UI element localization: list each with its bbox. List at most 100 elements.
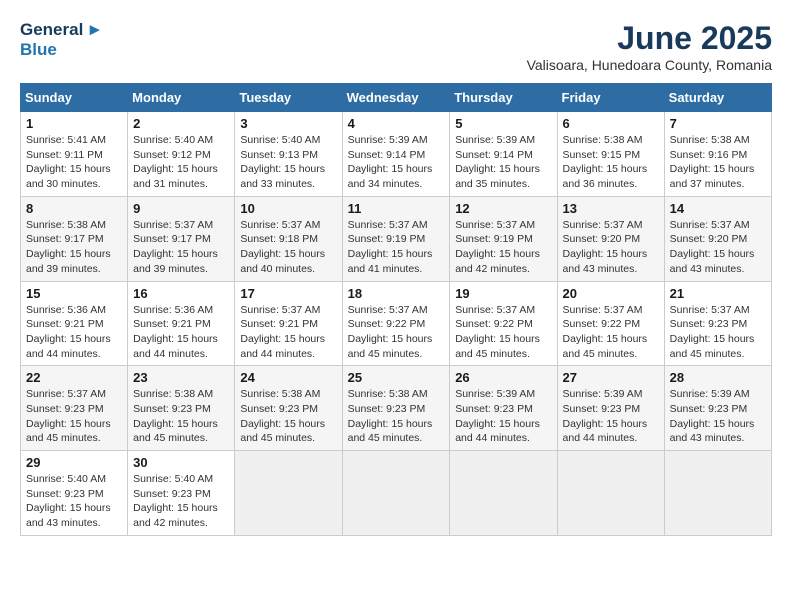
calendar-cell: 27Sunrise: 5:39 AM Sunset: 9:23 PM Dayli… [557, 366, 664, 451]
calendar-cell: 26 Sunrise: 5:39 AM Sunset: 9:23 PM Dayli… [450, 366, 557, 451]
column-header-friday: Friday [557, 84, 664, 112]
day-info-text: Sunrise: 5:39 AM Sunset: 9:14 PM Dayligh… [455, 133, 551, 192]
calendar-cell: 3 Sunrise: 5:40 AM Sunset: 9:13 PM Daylig… [235, 112, 342, 197]
calendar-cell: 22 Sunrise: 5:37 AM Sunset: 9:23 PM Dayli… [21, 366, 128, 451]
calendar-cell: 15 Sunrise: 5:36 AM Sunset: 9:21 PM Dayli… [21, 281, 128, 366]
calendar-week-row: 29Sunrise: 5:40 AM Sunset: 9:23 PM Dayli… [21, 451, 772, 536]
day-info-text: Sunrise: 5:40 AM Sunset: 9:12 PM Dayligh… [133, 133, 229, 192]
day-number: 2 [133, 116, 229, 131]
calendar-cell [235, 451, 342, 536]
day-number: 18 [348, 286, 445, 301]
day-number: 14 [670, 201, 766, 216]
day-number: 12 [455, 201, 551, 216]
day-number: 11 [348, 201, 445, 216]
day-info-text: Sunrise: 5:37 AM Sunset: 9:22 PM Dayligh… [455, 303, 551, 362]
day-info-text: Sunrise: 5:37 AM Sunset: 9:22 PM Dayligh… [348, 303, 445, 362]
day-number: 21 [670, 286, 766, 301]
calendar-week-row: 1 Sunrise: 5:41 AM Sunset: 9:11 PM Daylig… [21, 112, 772, 197]
day-number: 26 [455, 370, 551, 385]
calendar-cell: 2 Sunrise: 5:40 AM Sunset: 9:12 PM Daylig… [128, 112, 235, 197]
column-header-monday: Monday [128, 84, 235, 112]
day-number: 22 [26, 370, 122, 385]
header: General►Blue June 2025 Valisoara, Hunedo… [20, 20, 772, 73]
day-number: 19 [455, 286, 551, 301]
day-number: 5 [455, 116, 551, 131]
day-info-text: Sunrise: 5:38 AM Sunset: 9:17 PM Dayligh… [26, 218, 122, 277]
calendar-cell: 21 Sunrise: 5:37 AM Sunset: 9:23 PM Dayli… [664, 281, 771, 366]
calendar-cell: 23 Sunrise: 5:38 AM Sunset: 9:23 PM Dayli… [128, 366, 235, 451]
calendar-cell: 18 Sunrise: 5:37 AM Sunset: 9:22 PM Dayli… [342, 281, 450, 366]
calendar-cell: 20 Sunrise: 5:37 AM Sunset: 9:22 PM Dayli… [557, 281, 664, 366]
day-number: 4 [348, 116, 445, 131]
calendar-cell [342, 451, 450, 536]
calendar-cell: 30Sunrise: 5:40 AM Sunset: 9:23 PM Dayli… [128, 451, 235, 536]
calendar-cell: 9 Sunrise: 5:37 AM Sunset: 9:17 PM Daylig… [128, 196, 235, 281]
day-info-text: Sunrise: 5:37 AM Sunset: 9:19 PM Dayligh… [348, 218, 445, 277]
calendar-week-row: 15 Sunrise: 5:36 AM Sunset: 9:21 PM Dayli… [21, 281, 772, 366]
month-title: June 2025 [527, 20, 772, 57]
day-info-text: Sunrise: 5:39 AM Sunset: 9:23 PM Dayligh… [670, 387, 766, 446]
calendar-cell: 13 Sunrise: 5:37 AM Sunset: 9:20 PM Dayli… [557, 196, 664, 281]
day-info-text: Sunrise: 5:37 AM Sunset: 9:20 PM Dayligh… [563, 218, 659, 277]
calendar-cell: 11 Sunrise: 5:37 AM Sunset: 9:19 PM Dayli… [342, 196, 450, 281]
column-header-sunday: Sunday [21, 84, 128, 112]
logo-blue-text: Blue [20, 40, 57, 59]
day-info-text: Sunrise: 5:40 AM Sunset: 9:23 PM Dayligh… [26, 472, 122, 531]
day-number: 1 [26, 116, 122, 131]
logo-arrow: ► [86, 20, 103, 39]
calendar-cell [557, 451, 664, 536]
day-number: 28 [670, 370, 766, 385]
location-subtitle: Valisoara, Hunedoara County, Romania [527, 57, 772, 73]
day-info-text: Sunrise: 5:38 AM Sunset: 9:23 PM Dayligh… [348, 387, 445, 446]
day-info-text: Sunrise: 5:36 AM Sunset: 9:21 PM Dayligh… [26, 303, 122, 362]
calendar-cell: 16Sunrise: 5:36 AM Sunset: 9:21 PM Dayli… [128, 281, 235, 366]
day-info-text: Sunrise: 5:40 AM Sunset: 9:13 PM Dayligh… [240, 133, 336, 192]
calendar-week-row: 22 Sunrise: 5:37 AM Sunset: 9:23 PM Dayli… [21, 366, 772, 451]
column-header-tuesday: Tuesday [235, 84, 342, 112]
day-number: 3 [240, 116, 336, 131]
day-info-text: Sunrise: 5:38 AM Sunset: 9:23 PM Dayligh… [240, 387, 336, 446]
day-info-text: Sunrise: 5:38 AM Sunset: 9:16 PM Dayligh… [670, 133, 766, 192]
day-info-text: Sunrise: 5:37 AM Sunset: 9:22 PM Dayligh… [563, 303, 659, 362]
column-header-thursday: Thursday [450, 84, 557, 112]
calendar-cell: 8 Sunrise: 5:38 AM Sunset: 9:17 PM Daylig… [21, 196, 128, 281]
calendar-cell: 28 Sunrise: 5:39 AM Sunset: 9:23 PM Dayli… [664, 366, 771, 451]
day-number: 9 [133, 201, 229, 216]
day-info-text: Sunrise: 5:37 AM Sunset: 9:19 PM Dayligh… [455, 218, 551, 277]
day-number: 24 [240, 370, 336, 385]
day-info-text: Sunrise: 5:37 AM Sunset: 9:23 PM Dayligh… [26, 387, 122, 446]
day-number: 6 [563, 116, 659, 131]
calendar-cell: 19 Sunrise: 5:37 AM Sunset: 9:22 PM Dayli… [450, 281, 557, 366]
day-number: 10 [240, 201, 336, 216]
day-info-text: Sunrise: 5:39 AM Sunset: 9:14 PM Dayligh… [348, 133, 445, 192]
day-info-text: Sunrise: 5:37 AM Sunset: 9:21 PM Dayligh… [240, 303, 336, 362]
day-number: 23 [133, 370, 229, 385]
day-number: 15 [26, 286, 122, 301]
day-info-text: Sunrise: 5:38 AM Sunset: 9:23 PM Dayligh… [133, 387, 229, 446]
day-info-text: Sunrise: 5:37 AM Sunset: 9:18 PM Dayligh… [240, 218, 336, 277]
calendar-cell: 17 Sunrise: 5:37 AM Sunset: 9:21 PM Dayli… [235, 281, 342, 366]
calendar-cell: 6 Sunrise: 5:38 AM Sunset: 9:15 PM Daylig… [557, 112, 664, 197]
day-number: 25 [348, 370, 445, 385]
day-info-text: Sunrise: 5:39 AM Sunset: 9:23 PM Dayligh… [455, 387, 551, 446]
calendar-cell: 24 Sunrise: 5:38 AM Sunset: 9:23 PM Dayli… [235, 366, 342, 451]
day-number: 13 [563, 201, 659, 216]
calendar-cell: 14 Sunrise: 5:37 AM Sunset: 9:20 PM Dayli… [664, 196, 771, 281]
day-number: 20 [563, 286, 659, 301]
day-info-text: Sunrise: 5:37 AM Sunset: 9:17 PM Dayligh… [133, 218, 229, 277]
day-info-text: Sunrise: 5:37 AM Sunset: 9:23 PM Dayligh… [670, 303, 766, 362]
day-info-text: Sunrise: 5:36 AM Sunset: 9:21 PM Dayligh… [133, 303, 229, 362]
day-info-text: Sunrise: 5:37 AM Sunset: 9:20 PM Dayligh… [670, 218, 766, 277]
calendar-cell [664, 451, 771, 536]
day-info-text: Sunrise: 5:38 AM Sunset: 9:15 PM Dayligh… [563, 133, 659, 192]
day-number: 17 [240, 286, 336, 301]
day-number: 8 [26, 201, 122, 216]
calendar-cell [450, 451, 557, 536]
day-number: 27 [563, 370, 659, 385]
calendar-cell: 25 Sunrise: 5:38 AM Sunset: 9:23 PM Dayli… [342, 366, 450, 451]
day-info-text: Sunrise: 5:41 AM Sunset: 9:11 PM Dayligh… [26, 133, 122, 192]
calendar-cell: 1 Sunrise: 5:41 AM Sunset: 9:11 PM Daylig… [21, 112, 128, 197]
calendar-week-row: 8 Sunrise: 5:38 AM Sunset: 9:17 PM Daylig… [21, 196, 772, 281]
calendar-cell: 12 Sunrise: 5:37 AM Sunset: 9:19 PM Dayli… [450, 196, 557, 281]
logo-line1: General► [20, 20, 103, 40]
